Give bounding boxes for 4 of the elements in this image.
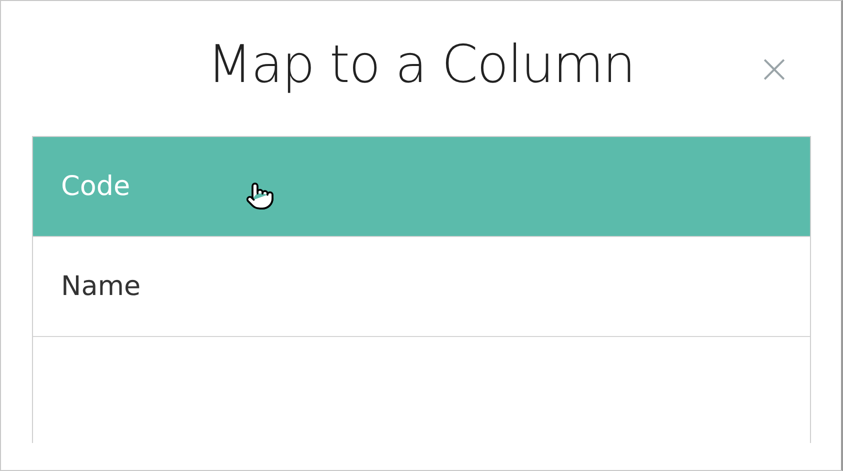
close-button[interactable]: × [755,49,793,89]
dialog-title: Map to a Column [207,34,635,94]
column-option[interactable]: Code [33,137,810,237]
hand-pointer-icon [245,181,275,211]
